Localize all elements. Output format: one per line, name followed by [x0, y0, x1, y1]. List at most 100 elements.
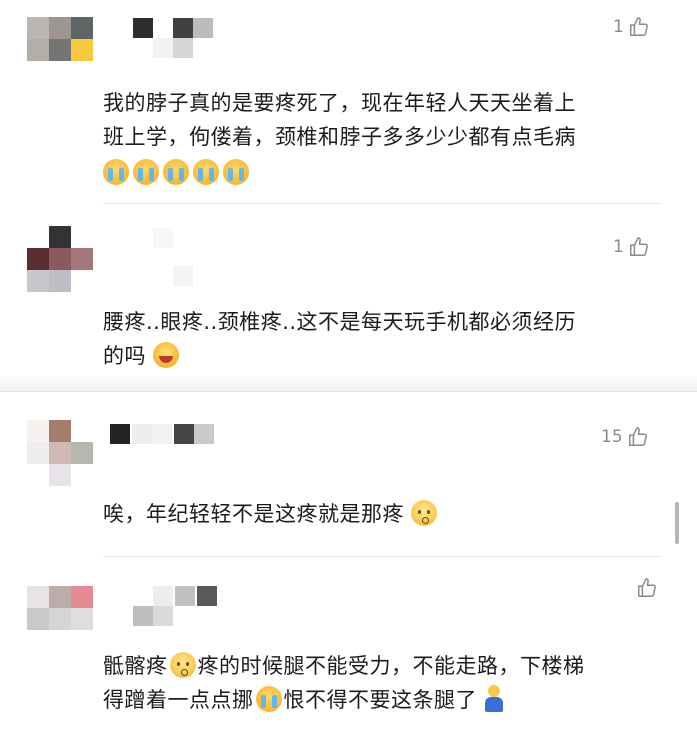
avatar-pixel: [49, 226, 71, 248]
username[interactable]: [133, 586, 217, 626]
name-pixel: [153, 18, 173, 38]
avatar-pixel: [49, 420, 71, 442]
avatar-pixel: [27, 608, 49, 630]
name-pixel: [153, 606, 173, 626]
comment-line: 得蹭着一点点挪 恨不得不要这条腿了: [103, 683, 668, 717]
avatar-pixel: [71, 248, 93, 270]
comment-line: 我的脖子真的是要疼死了，现在年轻人天天坐着上: [103, 91, 576, 115]
avatar-pixel: [49, 270, 71, 292]
name-pixel: [153, 586, 173, 606]
name-pixel: [132, 424, 152, 444]
crying-face-emoji: [163, 159, 189, 185]
laughing-tears-emoji: [153, 342, 180, 368]
name-pixel: [173, 18, 193, 38]
thumbs-up-icon: [629, 237, 648, 256]
avatar-pixel: [27, 17, 49, 39]
like-count: 15: [601, 427, 623, 447]
thumbs-up-icon: [638, 578, 656, 597]
name-pixel: [173, 38, 193, 58]
avatar-pixel: [27, 270, 49, 292]
name-pixel: [193, 18, 213, 38]
comment-line: 班上学，佝偻着，颈椎和脖子多多少少都有点毛病: [103, 125, 576, 149]
comment-text: 唉，年纪轻轻不是这疼就是那疼: [103, 497, 668, 531]
thumbs-up-icon: [629, 17, 648, 36]
avatar-pixel: [27, 420, 49, 442]
comment-line-text: 的吗: [103, 344, 146, 368]
person-kneeling-emoji: [484, 685, 504, 713]
name-pixel: [153, 228, 173, 248]
divider: [103, 556, 662, 557]
name-pixel: [194, 424, 214, 444]
avatar-pixel: [49, 39, 71, 61]
like-count: 1: [613, 237, 624, 257]
avatar-pixel: [71, 586, 93, 608]
name-pixel: [133, 606, 153, 626]
divider: [103, 203, 662, 204]
thumbs-up-icon: [628, 427, 647, 446]
crying-face-emoji: [223, 159, 249, 185]
avatar-pixel: [27, 248, 49, 270]
like-button[interactable]: [632, 577, 658, 599]
comment-text: 腰疼..眼疼..颈椎疼..这不是每天玩手机都必须经历 的吗: [103, 305, 668, 373]
avatar[interactable]: [27, 226, 93, 292]
scrollbar[interactable]: [675, 502, 679, 544]
name-pixel: [173, 266, 193, 286]
avatar-pixel: [27, 464, 49, 486]
comment-line-text: 恨不得不要这条腿了: [283, 688, 477, 712]
comment-text: 骶髂疼 疼的时候腿不能受力，不能走路，下楼梯 得蹭着一点点挪 恨不得不要这条腿了: [103, 649, 668, 717]
comment-text: 我的脖子真的是要疼死了，现在年轻人天天坐着上 班上学，佝偻着，颈椎和脖子多多少少…: [103, 86, 668, 190]
comment-line: 腰疼..眼疼..颈椎疼..这不是每天玩手机都必须经历: [103, 310, 577, 334]
avatar-pixel: [27, 39, 49, 61]
avatar-pixel: [27, 442, 49, 464]
avatar[interactable]: [27, 17, 93, 61]
name-pixel: [193, 38, 213, 58]
username[interactable]: [133, 18, 213, 58]
avatar-pixel: [71, 442, 93, 464]
name-pixel: [175, 586, 195, 606]
username[interactable]: [110, 424, 214, 444]
like-count: 1: [613, 17, 624, 37]
avatar-pixel: [71, 464, 93, 486]
comment-line: 骶髂疼 疼的时候腿不能受力，不能走路，下楼梯: [103, 649, 668, 683]
avatar-pixel: [27, 226, 49, 248]
username[interactable]: [153, 228, 193, 286]
avatar-pixel: [71, 226, 93, 248]
name-pixel: [133, 38, 153, 58]
section-separator: [0, 377, 697, 391]
name-pixel: [153, 38, 173, 58]
name-pixel: [152, 424, 172, 444]
name-pixel: [133, 18, 153, 38]
name-pixel: [110, 424, 130, 444]
crying-face-emoji: [103, 159, 129, 185]
like-button[interactable]: 15: [601, 426, 649, 448]
crying-face-emoji: [133, 159, 159, 185]
avatar-pixel: [71, 420, 93, 442]
avatar-pixel: [71, 39, 93, 61]
name-pixel: [174, 424, 194, 444]
avatar-pixel: [49, 248, 71, 270]
avatar-pixel: [71, 608, 93, 630]
name-pixel: [133, 586, 153, 606]
avatar[interactable]: [27, 586, 93, 630]
speechless-face-emoji: [411, 500, 438, 526]
comment-line: 的吗: [103, 339, 668, 373]
crying-face-emoji: [255, 686, 282, 712]
avatar-pixel: [27, 586, 49, 608]
crying-face-emoji: [193, 159, 219, 185]
avatar-pixel: [71, 270, 93, 292]
avatar-pixel: [49, 442, 71, 464]
comment-line-text: 骶髂疼: [103, 654, 168, 678]
avatar-pixel: [49, 464, 71, 486]
avatar-pixel: [71, 17, 93, 39]
avatar[interactable]: [27, 420, 93, 486]
comment-line-text: 得蹭着一点点挪: [103, 688, 254, 712]
comment-line-text: 疼的时候腿不能受力，不能走路，下楼梯: [197, 654, 585, 678]
name-pixel: [197, 586, 217, 606]
comment-line-text: 唉，年纪轻轻不是这疼就是那疼: [103, 502, 404, 526]
avatar-pixel: [49, 17, 71, 39]
like-button[interactable]: 1: [613, 16, 650, 38]
emoji-row: [103, 156, 668, 190]
like-button[interactable]: 1: [613, 236, 650, 258]
avatar-pixel: [49, 608, 71, 630]
divider: [0, 391, 697, 392]
